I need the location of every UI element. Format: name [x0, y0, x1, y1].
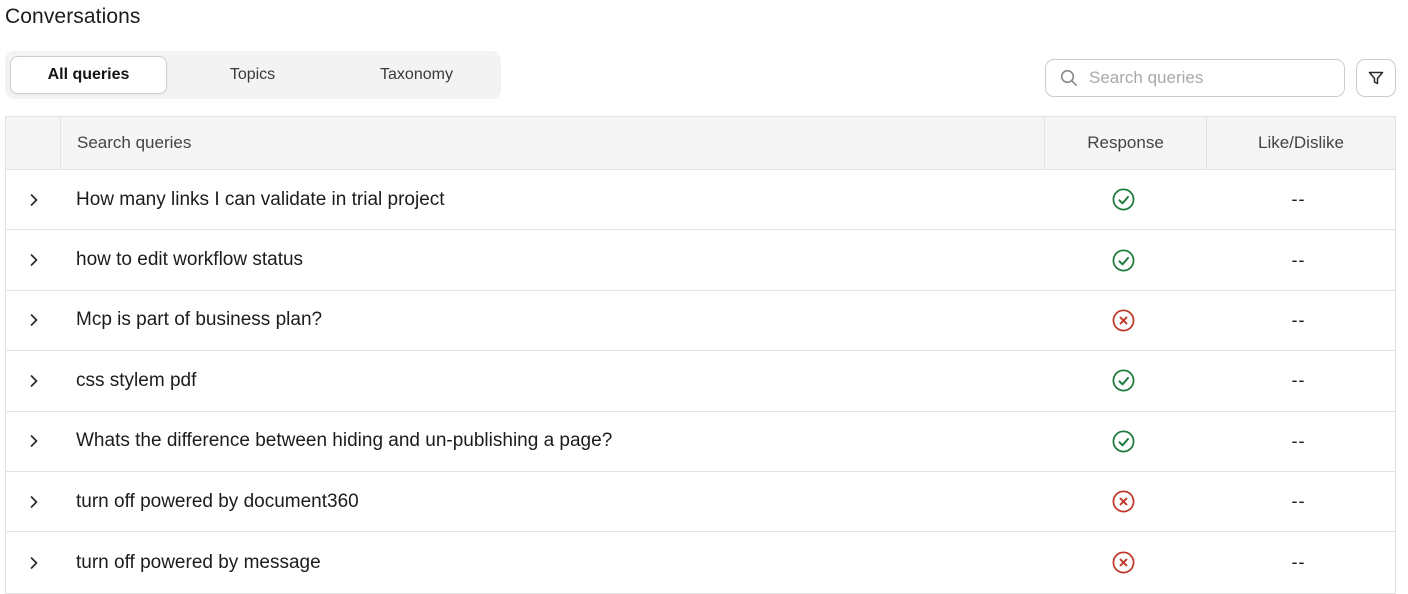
check-circle-icon: [1112, 249, 1134, 272]
chevron-right-icon: [30, 495, 37, 508]
table-row[interactable]: How many links I can validate in trial p…: [6, 170, 1395, 231]
like-dislike-value: --: [1291, 491, 1306, 512]
query-text: How many links I can validate in trial p…: [76, 188, 445, 210]
x-circle-icon: [1112, 551, 1134, 574]
chevron-right-icon: [30, 314, 37, 327]
chevron-right-icon: [30, 254, 37, 266]
tab-all-queries[interactable]: All queries: [10, 56, 167, 94]
page-title: Conversations: [5, 5, 141, 28]
x-circle-icon: [1112, 309, 1134, 332]
table-row[interactable]: css stylem pdf --: [6, 351, 1395, 412]
header-response: Response: [1045, 117, 1207, 169]
query-text: turn off powered by document360: [76, 490, 359, 512]
response-status: [1045, 472, 1201, 531]
response-status: [1045, 351, 1201, 410]
response-status: [1045, 291, 1201, 350]
response-status: [1045, 230, 1201, 289]
expand-row-button[interactable]: [6, 170, 61, 229]
tab-taxonomy[interactable]: Taxonomy: [338, 56, 495, 94]
search-box: [1045, 59, 1345, 97]
view-tabs: All queries Topics Taxonomy: [5, 51, 501, 99]
query-text: Whats the difference between hiding and …: [76, 430, 613, 452]
x-circle-icon: [1112, 490, 1134, 513]
table-row[interactable]: turn off powered by message --: [6, 532, 1395, 593]
queries-table: Search queries Response Like/Dislike How…: [5, 116, 1396, 594]
filter-icon: [1368, 71, 1384, 85]
like-dislike-value: --: [1291, 370, 1306, 391]
query-text: Mcp is part of business plan?: [76, 309, 323, 331]
expand-row-button[interactable]: [6, 351, 61, 410]
header-search-queries: Search queries: [61, 117, 1045, 169]
query-text: css stylem pdf: [76, 369, 197, 391]
chevron-right-icon: [30, 193, 37, 206]
check-circle-icon: [1112, 369, 1134, 392]
check-circle-icon: [1112, 188, 1134, 211]
search-input[interactable]: [1089, 60, 1334, 96]
response-status: [1045, 412, 1201, 471]
filter-button[interactable]: [1356, 59, 1396, 97]
check-circle-icon: [1112, 430, 1134, 453]
table-row[interactable]: turn off powered by document360 --: [6, 471, 1395, 533]
table-row[interactable]: Whats the difference between hiding and …: [6, 411, 1395, 472]
table-header: Search queries Response Like/Dislike: [6, 117, 1395, 170]
header-expand-cell: [6, 117, 61, 169]
table-row[interactable]: Mcp is part of business plan? --: [6, 290, 1395, 352]
like-dislike-value: --: [1291, 249, 1306, 270]
chevron-right-icon: [30, 375, 37, 387]
response-status: [1045, 170, 1201, 229]
table-body: How many links I can validate in trial p…: [6, 170, 1395, 593]
query-text: how to edit workflow status: [76, 249, 304, 271]
like-dislike-value: --: [1291, 430, 1306, 451]
tab-topics[interactable]: Topics: [174, 56, 331, 94]
table-row[interactable]: how to edit workflow status --: [6, 230, 1395, 291]
like-dislike-value: --: [1291, 309, 1306, 330]
search-icon: [1060, 69, 1078, 87]
expand-row-button[interactable]: [6, 472, 61, 531]
chevron-right-icon: [30, 556, 37, 569]
expand-row-button[interactable]: [6, 412, 61, 471]
expand-row-button[interactable]: [6, 291, 61, 350]
header-like-dislike: Like/Dislike: [1258, 133, 1344, 152]
query-text: turn off powered by message: [76, 551, 321, 573]
expand-row-button[interactable]: [6, 532, 61, 592]
response-status: [1045, 532, 1201, 592]
like-dislike-value: --: [1291, 552, 1306, 573]
like-dislike-value: --: [1291, 189, 1306, 210]
expand-row-button[interactable]: [6, 230, 61, 289]
chevron-right-icon: [30, 435, 37, 448]
